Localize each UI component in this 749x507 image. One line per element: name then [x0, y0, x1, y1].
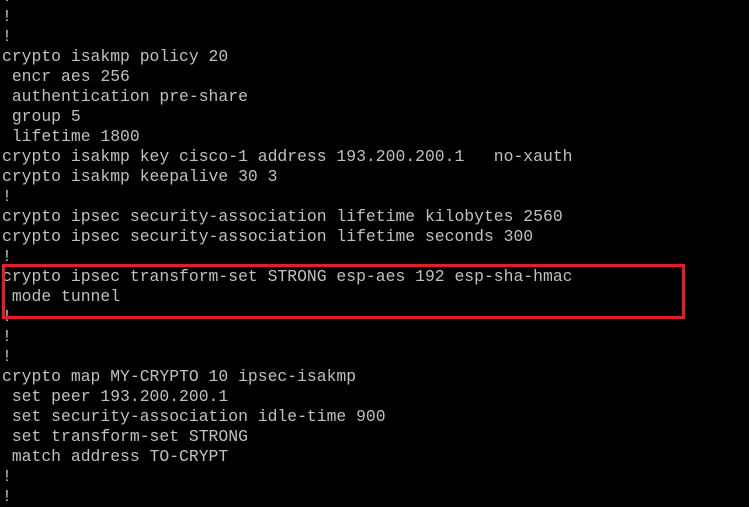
terminal-line: set peer 193.200.200.1	[2, 387, 229, 406]
terminal-line: !	[2, 27, 12, 46]
terminal-line: !	[2, 347, 12, 366]
terminal-line: crypto ipsec security-association lifeti…	[2, 227, 534, 246]
terminal-line: !	[2, 187, 12, 206]
terminal-line: lifetime 1800	[2, 127, 140, 146]
terminal-line: match address TO-CRYPT	[2, 447, 229, 466]
terminal-line: crypto ipsec security-association lifeti…	[2, 207, 563, 226]
terminal-line: crypto isakmp keepalive 30 3	[2, 167, 278, 186]
terminal-line: set transform-set STRONG	[2, 427, 248, 446]
terminal-line: !	[2, 0, 573, 7]
terminal-line: set security-association idle-time 900	[2, 407, 386, 426]
terminal-line: !	[2, 327, 12, 346]
terminal-line: !	[2, 467, 12, 486]
terminal-line: !	[2, 487, 12, 506]
highlight-box	[2, 264, 685, 319]
terminal-line: crypto isakmp key cisco-1 address 193.20…	[2, 147, 573, 166]
terminal-output: !!!crypto isakmp policy 20 encr aes 256 …	[2, 0, 573, 507]
terminal-line: !	[2, 7, 12, 26]
terminal-line: group 5	[2, 107, 81, 126]
terminal-line: encr aes 256	[2, 67, 130, 86]
terminal-line: crypto map MY-CRYPTO 10 ipsec-isakmp	[2, 367, 357, 386]
terminal-line: authentication pre-share	[2, 87, 248, 106]
terminal-line: crypto isakmp policy 20	[2, 47, 229, 66]
